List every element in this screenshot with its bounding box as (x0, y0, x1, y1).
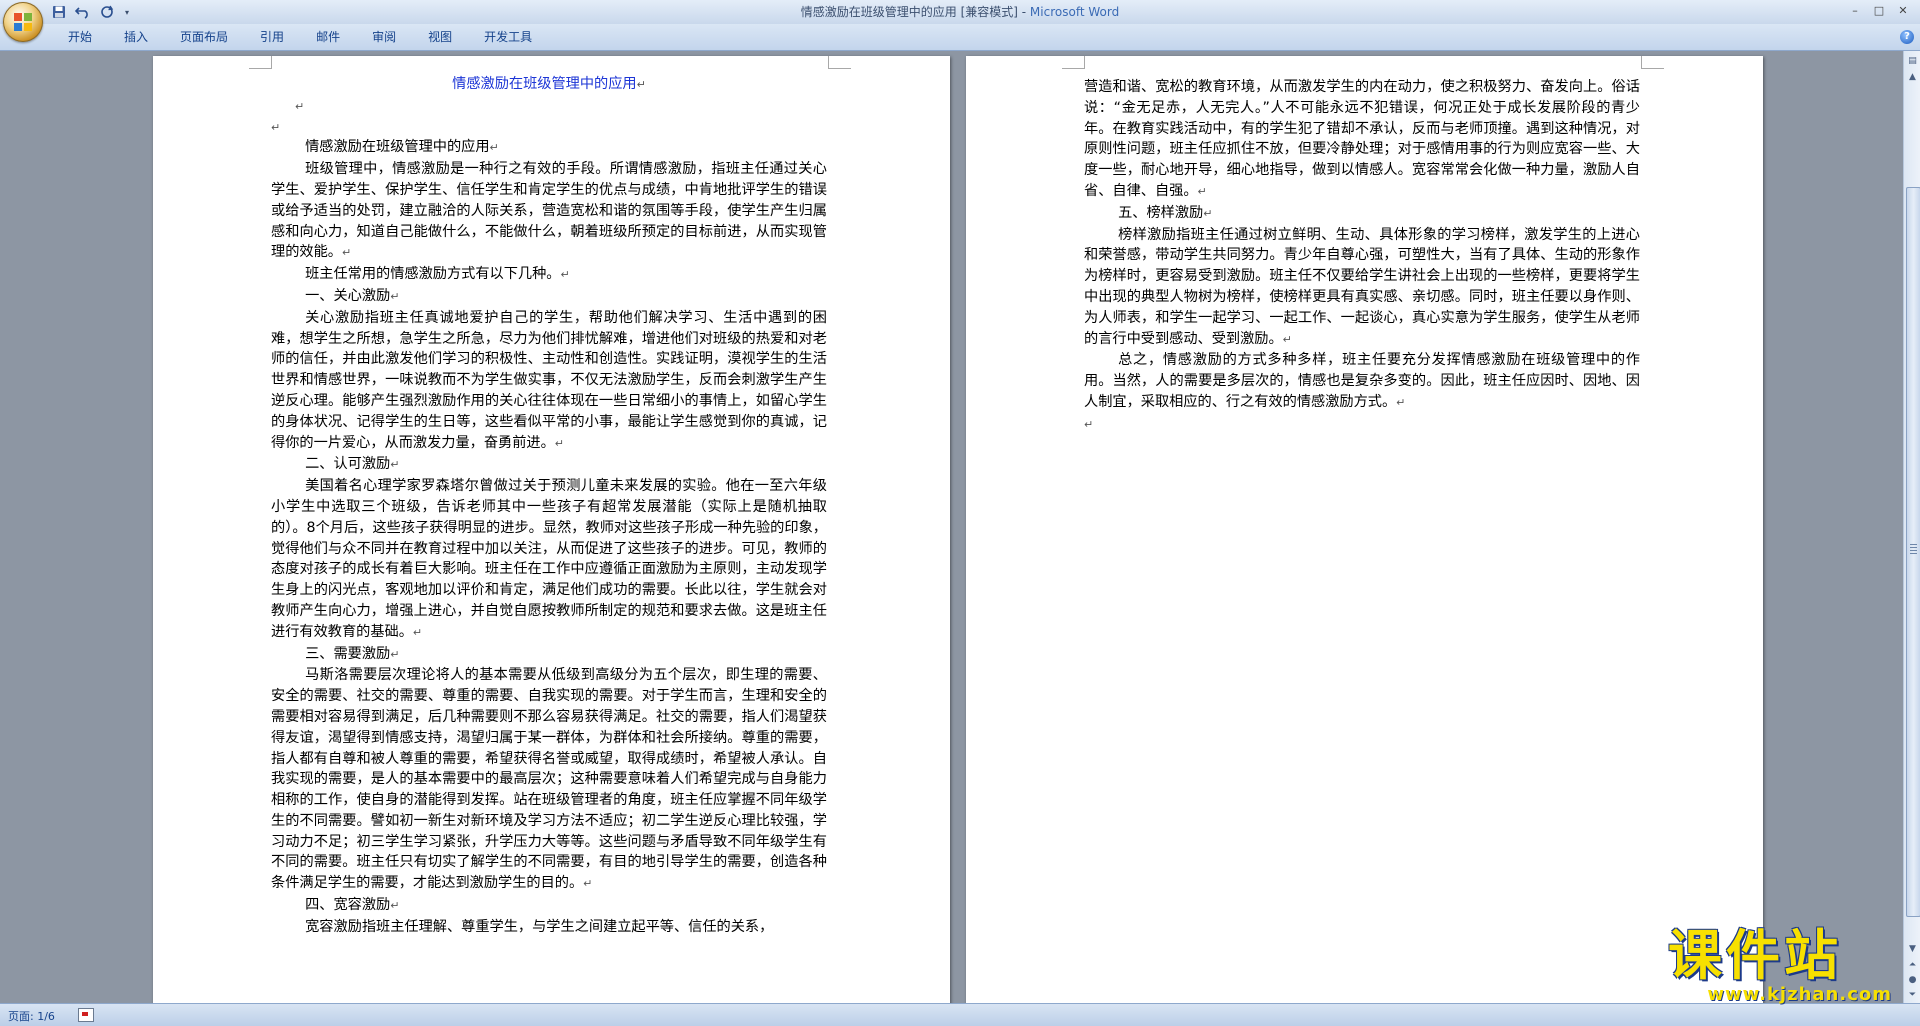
maximize-icon[interactable]: □ (1868, 2, 1890, 18)
tab-developer[interactable]: 开发工具 (468, 24, 548, 50)
crop-mark (249, 56, 272, 69)
watermark-logo-text: 课件站 (1668, 924, 1842, 987)
tab-references[interactable]: 引用 (244, 24, 300, 50)
scrollbar-grip-icon (1910, 544, 1917, 554)
tab-mailings[interactable]: 邮件 (300, 24, 356, 50)
empty-paragraph[interactable]: ↵ (271, 117, 827, 138)
previous-page-icon[interactable]: ⏶ (1905, 957, 1920, 972)
section-heading[interactable]: 四、宽容激励↵ (271, 895, 827, 917)
paragraph[interactable]: 班主任常用的情感激励方式有以下几种。↵ (271, 264, 827, 286)
crop-mark (1062, 56, 1085, 69)
app-name: Microsoft Word (1029, 5, 1120, 19)
watermark: 课件站 www.kjzhan.com (1668, 926, 1898, 1006)
scroll-down-icon[interactable]: ▼ (1905, 941, 1920, 956)
paragraph[interactable]: 宽容激励指班主任理解、尊重学生，与学生之间建立起平等、信任的关系， (271, 917, 827, 938)
window-title: 情感激励在班级管理中的应用 [兼容模式] - Microsoft Word (0, 0, 1920, 24)
ribbon-tab-bar: 开始 插入 页面布局 引用 邮件 审阅 视图 开发工具 ? (0, 24, 1920, 51)
crop-mark (1641, 56, 1664, 69)
tab-insert[interactable]: 插入 (108, 24, 164, 50)
page-1-text[interactable]: 情感激励在班级管理中的应用↵ ↵ ↵ 情感激励在班级管理中的应用↵ 班级管理中，… (271, 74, 827, 938)
paragraph[interactable]: 营造和谐、宽松的教育环境，从而激发学生的内在动力，使之积极努力、奋发向上。俗话说… (1084, 77, 1640, 203)
crop-mark (828, 56, 851, 69)
next-page-icon[interactable]: ⏷ (1905, 987, 1920, 1002)
watermark-url: www.kjzhan.com (1707, 984, 1892, 1005)
section-heading[interactable]: 二、认可激励↵ (271, 454, 827, 476)
scrollbar-thumb[interactable] (1906, 187, 1920, 917)
window-controls: – □ ✕ (1844, 2, 1914, 18)
ruler-toggle-icon[interactable]: ▤ (1905, 53, 1920, 68)
minimize-icon[interactable]: – (1844, 2, 1866, 18)
paragraph[interactable]: 榜样激励指班主任通过树立鲜明、生动、具体形象的学习榜样，激发学生的上进心和荣誉感… (1084, 225, 1640, 351)
document-title[interactable]: 情感激励在班级管理中的应用↵ (271, 74, 827, 96)
section-heading[interactable]: 一、关心激励↵ (271, 286, 827, 308)
ribbon-tabs: 开始 插入 页面布局 引用 邮件 审阅 视图 开发工具 (52, 24, 548, 50)
empty-paragraph[interactable]: ↵ (1084, 414, 1640, 435)
title-bar: ▾ 情感激励在班级管理中的应用 [兼容模式] - Microsoft Word … (0, 0, 1920, 24)
help-icon[interactable]: ? (1900, 30, 1914, 44)
office-logo-icon (14, 13, 32, 31)
tab-home[interactable]: 开始 (52, 24, 108, 50)
document-page-1[interactable]: 情感激励在班级管理中的应用↵ ↵ ↵ 情感激励在班级管理中的应用↵ 班级管理中，… (153, 56, 950, 1003)
close-icon[interactable]: ✕ (1892, 2, 1914, 18)
vertical-scrollbar[interactable]: ▤ ▲ ▼ ⏶ ● ⏷ (1903, 51, 1920, 1003)
document-page-2[interactable]: 营造和谐、宽松的教育环境，从而激发学生的内在动力，使之积极努力、奋发向上。俗话说… (966, 56, 1763, 1003)
tab-page-layout[interactable]: 页面布局 (164, 24, 244, 50)
paragraph[interactable]: 关心激励指班主任真诚地爱护自己的学生，帮助他们解决学习、生活中遇到的困难，想学生… (271, 308, 827, 455)
tab-review[interactable]: 审阅 (356, 24, 412, 50)
empty-paragraph[interactable]: ↵ (271, 96, 827, 117)
office-button[interactable] (3, 2, 43, 42)
proofing-errors-icon[interactable] (78, 1008, 94, 1022)
paragraph[interactable]: 马斯洛需要层次理论将人的基本需要从低级到高级分为五个层次，即生理的需要、安全的需… (271, 665, 827, 895)
document-name: 情感激励在班级管理中的应用 [兼容模式] - (800, 5, 1030, 19)
select-browse-object-icon[interactable]: ● (1905, 972, 1920, 987)
paragraph[interactable]: 班级管理中，情感激励是一种行之有效的手段。所谓情感激励，指班主任通过关心学生、爱… (271, 159, 827, 264)
document-area[interactable]: 情感激励在班级管理中的应用↵ ↵ ↵ 情感激励在班级管理中的应用↵ 班级管理中，… (0, 51, 1903, 1003)
paragraph[interactable]: 美国着名心理学家罗森塔尔曾做过关于预测儿童未来发展的实验。他在一至六年级小学生中… (271, 476, 827, 643)
section-heading[interactable]: 三、需要激励↵ (271, 644, 827, 666)
page-2-text[interactable]: 营造和谐、宽松的教育环境，从而激发学生的内在动力，使之积极努力、奋发向上。俗话说… (1084, 77, 1640, 435)
paragraph[interactable]: 情感激励在班级管理中的应用↵ (271, 137, 827, 159)
section-heading[interactable]: 五、榜样激励↵ (1084, 203, 1640, 225)
status-bar: 页面: 1/6 (0, 1003, 1920, 1026)
scroll-up-icon[interactable]: ▲ (1905, 69, 1920, 84)
tab-view[interactable]: 视图 (412, 24, 468, 50)
page-count[interactable]: 页面: 1/6 (8, 1008, 55, 1024)
paragraph[interactable]: 总之，情感激励的方式多种多样，班主任要充分发挥情感激励在班级管理中的作用。当然，… (1084, 350, 1640, 413)
